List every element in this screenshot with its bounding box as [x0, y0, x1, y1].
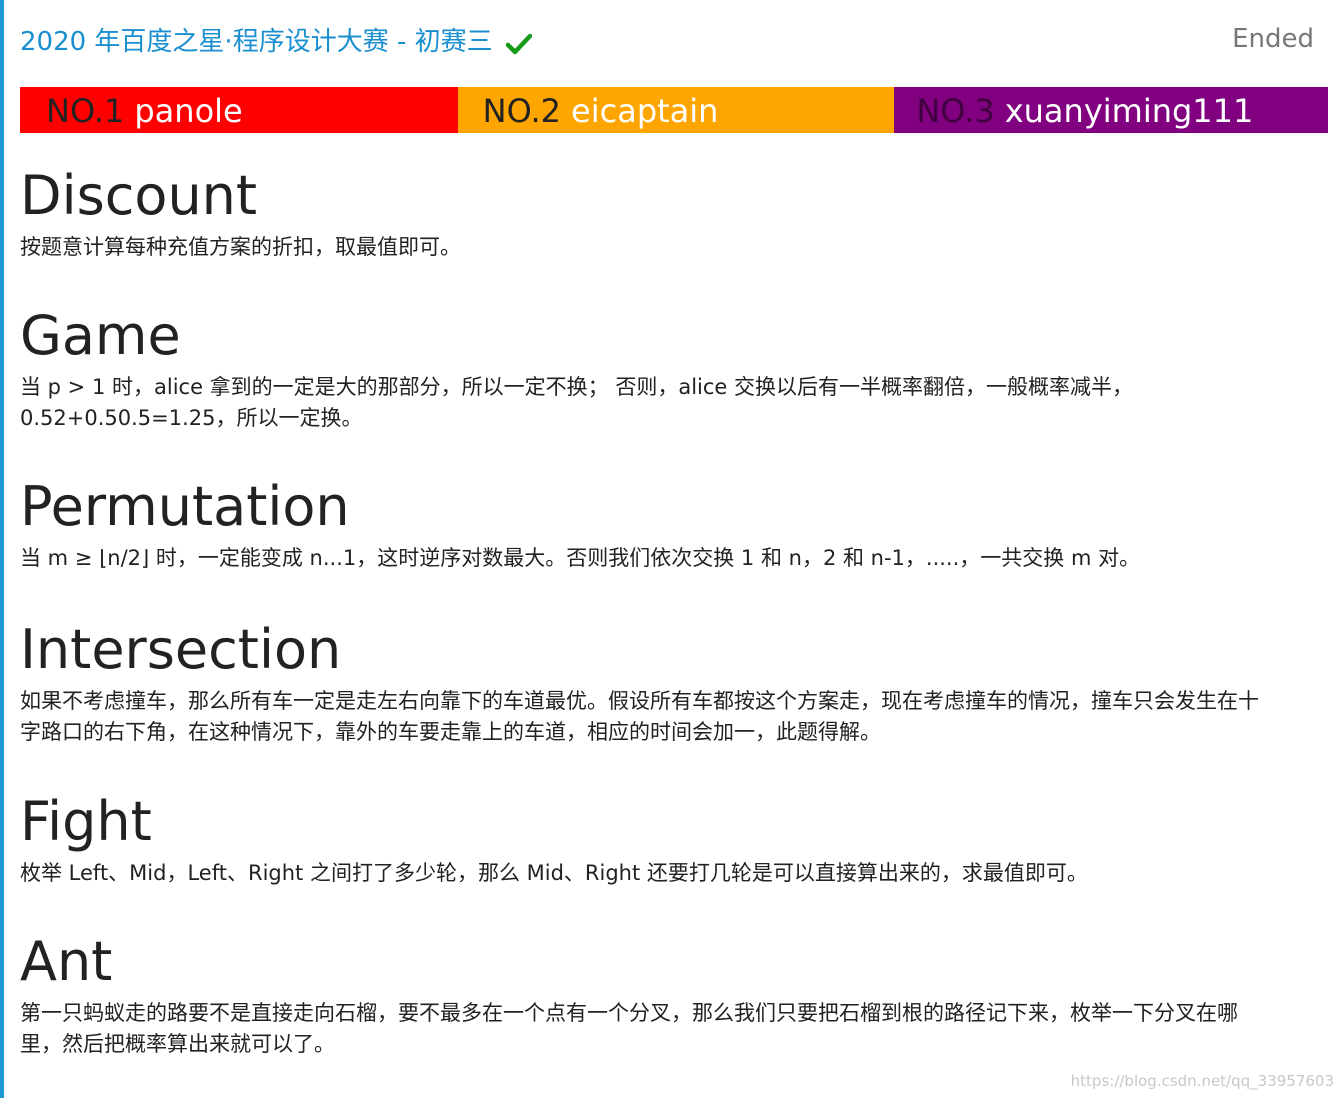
winner-rank: NO.2 — [482, 92, 562, 130]
problem-intersection: Intersection 如果不考虑撞车，那么所有车一定是走左右向靠下的车道最优… — [20, 618, 1324, 748]
problem-solution: 当 p > 1 时，alice 拿到的一定是大的那部分，所以一定不换； 否则，a… — [20, 372, 1324, 434]
problem-solution: 当 m ≥ ⌊n/2⌋ 时，一定能变成 n...1，这时逆序对数最大。否则我们依… — [20, 543, 1324, 574]
problem-title: Fight — [20, 790, 152, 853]
problem-solution: 按题意计算每种充值方案的折扣，取最值即可。 — [20, 232, 1324, 263]
problem-ant: Ant 第一只蚂蚁走的路要不是直接走向石榴，要不最多在一个点有一个分叉，那么我们… — [20, 930, 1324, 1060]
problem-title: Permutation — [20, 475, 350, 538]
left-accent-border — [0, 0, 4, 1098]
problem-fight: Fight 枚举 Left、Mid，Left、Right 之间打了多少轮，那么 … — [20, 790, 1324, 889]
solution-line: 如果不考虑撞车，那么所有车一定是走左右向靠下的车道最优。假设所有车都按这个方案走… — [20, 689, 1259, 713]
solution-line: 按题意计算每种充值方案的折扣，取最值即可。 — [20, 235, 461, 259]
solution-line: 枚举 Left、Mid，Left、Right 之间打了多少轮，那么 Mid、Ri… — [20, 861, 1088, 885]
problem-title: Game — [20, 304, 181, 367]
problem-solution: 枚举 Left、Mid，Left、Right 之间打了多少轮，那么 Mid、Ri… — [20, 858, 1324, 889]
problem-title: Ant — [20, 930, 113, 993]
winners-bar: NO.1 panole NO.2 eicaptain NO.3 xuanyiming1… — [20, 87, 1329, 133]
problem-title: Intersection — [20, 618, 342, 681]
winner-rank: NO.1 — [46, 92, 125, 130]
solution-line: 当 m ≥ ⌊n/2⌋ 时，一定能变成 n...1，这时逆序对数最大。否则我们依… — [20, 546, 1141, 570]
problem-title: Discount — [20, 164, 258, 227]
watermark: https://blog.csdn.net/qq_33957603 — [1070, 1072, 1334, 1090]
winner-name[interactable]: eicaptain — [571, 92, 718, 130]
winner-second: NO.2 eicaptain — [457, 87, 895, 133]
problem-permutation: Permutation 当 m ≥ ⌊n/2⌋ 时，一定能变成 n...1，这时… — [20, 475, 1324, 574]
winner-first: NO.1 panole — [20, 87, 458, 133]
winner-name[interactable]: xuanyiming111 — [1005, 92, 1254, 130]
problem-game: Game 当 p > 1 时，alice 拿到的一定是大的那部分，所以一定不换；… — [20, 304, 1324, 434]
solution-line: 0.52+0.50.5=1.25，所以一定换。 — [20, 406, 363, 430]
solution-line: 字路口的右下角，在这种情况下，靠外的车要走靠上的车道，相应的时间会加一，此题得解… — [20, 720, 881, 744]
check-icon — [505, 33, 532, 59]
contest-status: Ended — [1232, 24, 1314, 54]
winner-third: NO.3 xuanyiming111 — [894, 87, 1329, 133]
solution-line: 第一只蚂蚁走的路要不是直接走向石榴，要不最多在一个点有一个分叉，那么我们只要把石… — [20, 1001, 1238, 1025]
problem-discount: Discount 按题意计算每种充值方案的折扣，取最值即可。 — [20, 164, 1324, 263]
solution-line: 当 p > 1 时，alice 拿到的一定是大的那部分，所以一定不换； 否则，a… — [20, 375, 1134, 399]
problem-solution: 第一只蚂蚁走的路要不是直接走向石榴，要不最多在一个点有一个分叉，那么我们只要把石… — [20, 998, 1324, 1060]
winner-name[interactable]: panole — [134, 92, 242, 130]
solution-line: 里，然后把概率算出来就可以了。 — [20, 1032, 335, 1056]
problem-solution: 如果不考虑撞车，那么所有车一定是走左右向靠下的车道最优。假设所有车都按这个方案走… — [20, 686, 1324, 748]
contest-header: 2020 年百度之星·程序设计大赛 - 初赛三 Ended — [20, 22, 1314, 66]
winner-rank: NO.3 — [916, 92, 995, 130]
contest-title[interactable]: 2020 年百度之星·程序设计大赛 - 初赛三 — [20, 22, 493, 62]
